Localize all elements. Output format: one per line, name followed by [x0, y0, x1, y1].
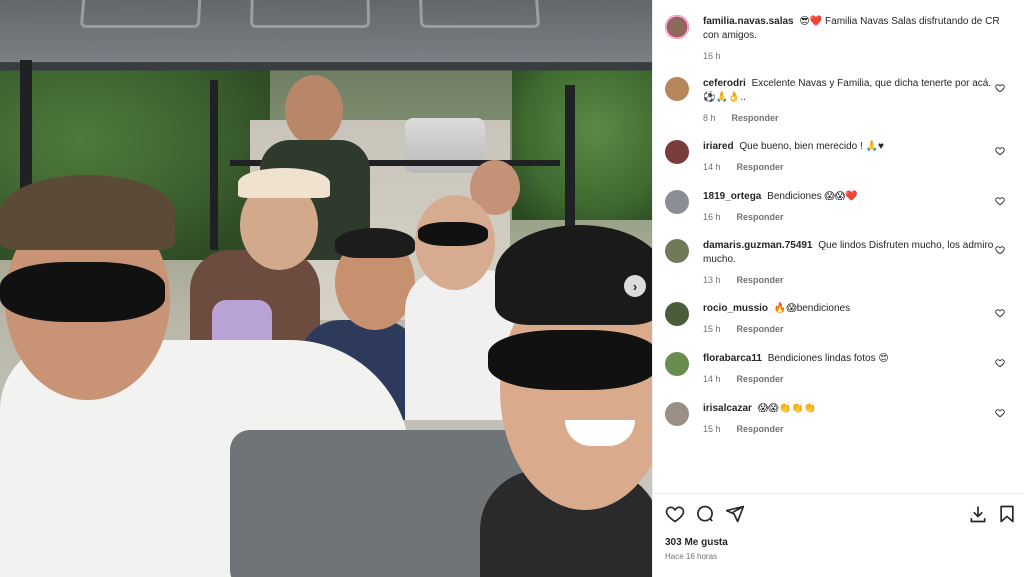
- commenter-avatar[interactable]: [665, 239, 689, 263]
- caption-time: 16 h: [703, 51, 721, 61]
- person-back-head: [285, 75, 343, 145]
- commenter-avatar[interactable]: [665, 402, 689, 426]
- comment-username[interactable]: rocio_mussio: [703, 303, 768, 314]
- selfie-woman-cap: [495, 225, 652, 325]
- reply-button[interactable]: Responder: [737, 424, 784, 434]
- comment-time: 13 h: [703, 275, 721, 285]
- man-cap: [0, 175, 175, 250]
- heart-outline-icon[interactable]: [995, 146, 1005, 156]
- comment-text: Excelente Navas y Familia, que dicha ten…: [703, 78, 992, 103]
- comment-username[interactable]: irisalcazar: [703, 403, 752, 414]
- commenter-avatar[interactable]: [665, 302, 689, 326]
- comment-text: Bendiciones lindas fotos 😍: [767, 353, 889, 364]
- commenter-avatar[interactable]: [665, 352, 689, 376]
- comment-time: 8 h: [703, 113, 716, 123]
- comments-panel: familia.navas.salas 😎❤️ Familia Navas Sa…: [652, 0, 1024, 577]
- comment-text: Que bueno, bien merecido ! 🙏♥: [739, 141, 884, 152]
- reply-button[interactable]: Responder: [732, 113, 779, 123]
- boy-hair: [335, 228, 415, 258]
- actions-divider: [653, 493, 1024, 494]
- reply-button[interactable]: Responder: [737, 324, 784, 334]
- download-icon[interactable]: [968, 504, 988, 524]
- comment-time: 15 h: [703, 324, 721, 334]
- heart-outline-icon[interactable]: [995, 308, 1005, 318]
- post-timestamp: Hace 16 horas: [665, 552, 718, 561]
- man-sunglasses: [0, 262, 165, 322]
- reply-button[interactable]: Responder: [737, 275, 784, 285]
- comment-username[interactable]: florabarca11: [703, 353, 762, 364]
- comment-username[interactable]: ceferodri: [703, 78, 746, 89]
- cart-post-right: [565, 85, 575, 245]
- comment-username[interactable]: damaris.guzman.75491: [703, 240, 813, 251]
- post-actions-bar: [665, 504, 1015, 526]
- send-icon[interactable]: [725, 504, 745, 524]
- comments-list: familia.navas.salas 😎❤️ Familia Navas Sa…: [653, 0, 1024, 490]
- reply-button[interactable]: Responder: [737, 212, 784, 222]
- chevron-right-icon: ›: [632, 278, 638, 294]
- selfie-woman-sunglasses: [488, 330, 652, 390]
- comment-text: Bendiciones 😱😱❤️: [767, 191, 858, 202]
- heart-outline-icon[interactable]: [995, 83, 1005, 93]
- commenter-avatar[interactable]: [665, 77, 689, 101]
- cart-roof: [0, 0, 652, 71]
- comment-time: 14 h: [703, 374, 721, 384]
- comment-time: 14 h: [703, 162, 721, 172]
- heart-outline-icon[interactable]: [995, 408, 1005, 418]
- comment-text: 🔥😱bendiciones: [773, 303, 851, 314]
- next-photo-button[interactable]: ›: [624, 275, 646, 297]
- heart-outline-icon[interactable]: [995, 196, 1005, 206]
- comment-username[interactable]: iriared: [703, 141, 734, 152]
- comment-username[interactable]: 1819_ortega: [703, 191, 761, 202]
- author-avatar[interactable]: [665, 15, 689, 39]
- commenter-avatar[interactable]: [665, 190, 689, 214]
- commenter-avatar[interactable]: [665, 140, 689, 164]
- comment-text: 😱😱👏👏👏: [757, 403, 816, 414]
- photo-background-foliage-right: [512, 70, 652, 220]
- likes-count[interactable]: 303 Me gusta: [665, 537, 728, 548]
- post-photo[interactable]: ›: [0, 0, 652, 577]
- heart-outline-icon[interactable]: [995, 245, 1005, 255]
- woman-visor: [238, 168, 330, 198]
- comment-icon[interactable]: [695, 504, 715, 524]
- older-woman-sunglasses: [418, 222, 488, 246]
- reply-button[interactable]: Responder: [737, 374, 784, 384]
- cart-post-mid: [210, 80, 218, 250]
- heart-outline-icon[interactable]: [665, 504, 685, 524]
- reply-button[interactable]: Responder: [737, 162, 784, 172]
- heart-outline-icon[interactable]: [995, 358, 1005, 368]
- comment-time: 16 h: [703, 212, 721, 222]
- comment-time: 15 h: [703, 424, 721, 434]
- bookmark-icon[interactable]: [997, 504, 1017, 524]
- author-username[interactable]: familia.navas.salas: [703, 16, 794, 27]
